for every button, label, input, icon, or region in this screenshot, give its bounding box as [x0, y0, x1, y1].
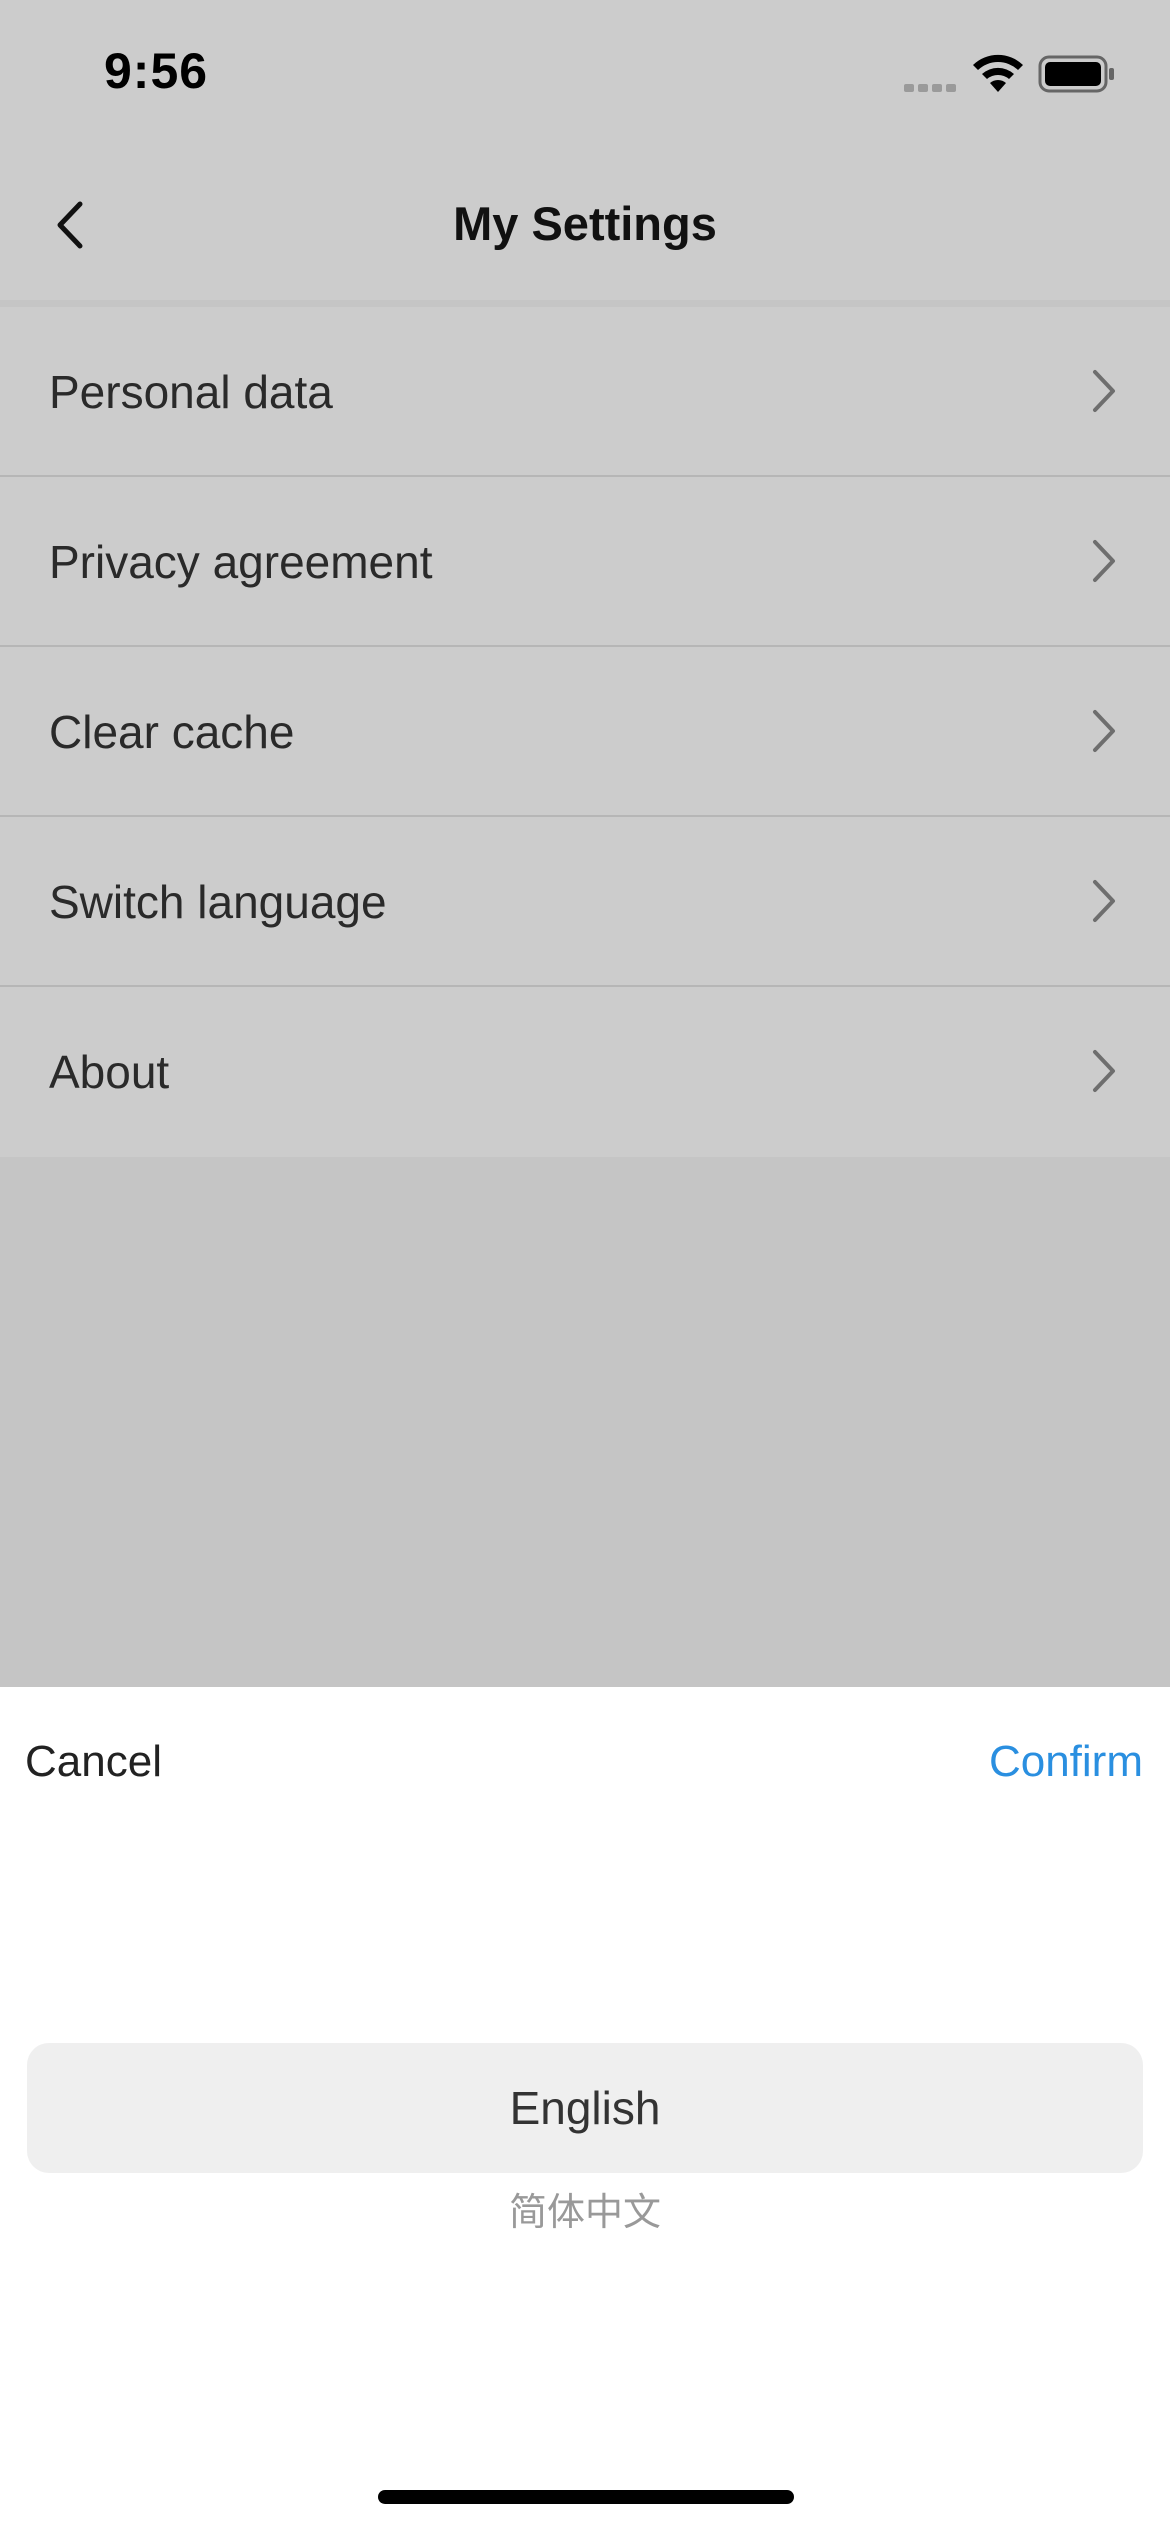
- cellular-signal-icon: [904, 84, 956, 92]
- settings-item-label: Personal data: [49, 366, 333, 418]
- settings-item-label: About: [49, 1046, 170, 1098]
- battery-icon: [1038, 55, 1114, 93]
- picker-option-simplified-chinese[interactable]: 简体中文: [0, 2183, 1170, 2243]
- cancel-button[interactable]: Cancel: [25, 1737, 162, 1787]
- settings-item-label: Clear cache: [49, 706, 295, 758]
- settings-item-switch-language[interactable]: Switch language: [0, 817, 1170, 987]
- wifi-icon: [973, 54, 1023, 92]
- settings-list: Personal data Privacy agreement Clear ca…: [0, 307, 1170, 1157]
- settings-item-label: Privacy agreement: [49, 536, 433, 588]
- settings-item-clear-cache[interactable]: Clear cache: [0, 647, 1170, 817]
- chevron-right-icon: [1093, 880, 1115, 922]
- status-time: 9:56: [104, 43, 209, 99]
- chevron-right-icon: [1093, 370, 1115, 412]
- settings-item-about[interactable]: About: [0, 987, 1170, 1157]
- confirm-button[interactable]: Confirm: [989, 1737, 1143, 1787]
- status-bar: 9:56: [0, 0, 1170, 150]
- chevron-right-icon: [1093, 1050, 1115, 1092]
- settings-item-personal-data[interactable]: Personal data: [0, 307, 1170, 477]
- picker-option-english[interactable]: English: [0, 2043, 1170, 2173]
- language-picker-sheet: Cancel Confirm English 简体中文: [0, 1687, 1170, 2532]
- chevron-right-icon: [1093, 540, 1115, 582]
- chevron-right-icon: [1093, 710, 1115, 752]
- home-indicator: [378, 2490, 794, 2504]
- page-title: My Settings: [453, 197, 717, 250]
- settings-item-privacy-agreement[interactable]: Privacy agreement: [0, 477, 1170, 647]
- nav-bar: My Settings: [0, 150, 1170, 300]
- settings-item-label: Switch language: [49, 876, 387, 928]
